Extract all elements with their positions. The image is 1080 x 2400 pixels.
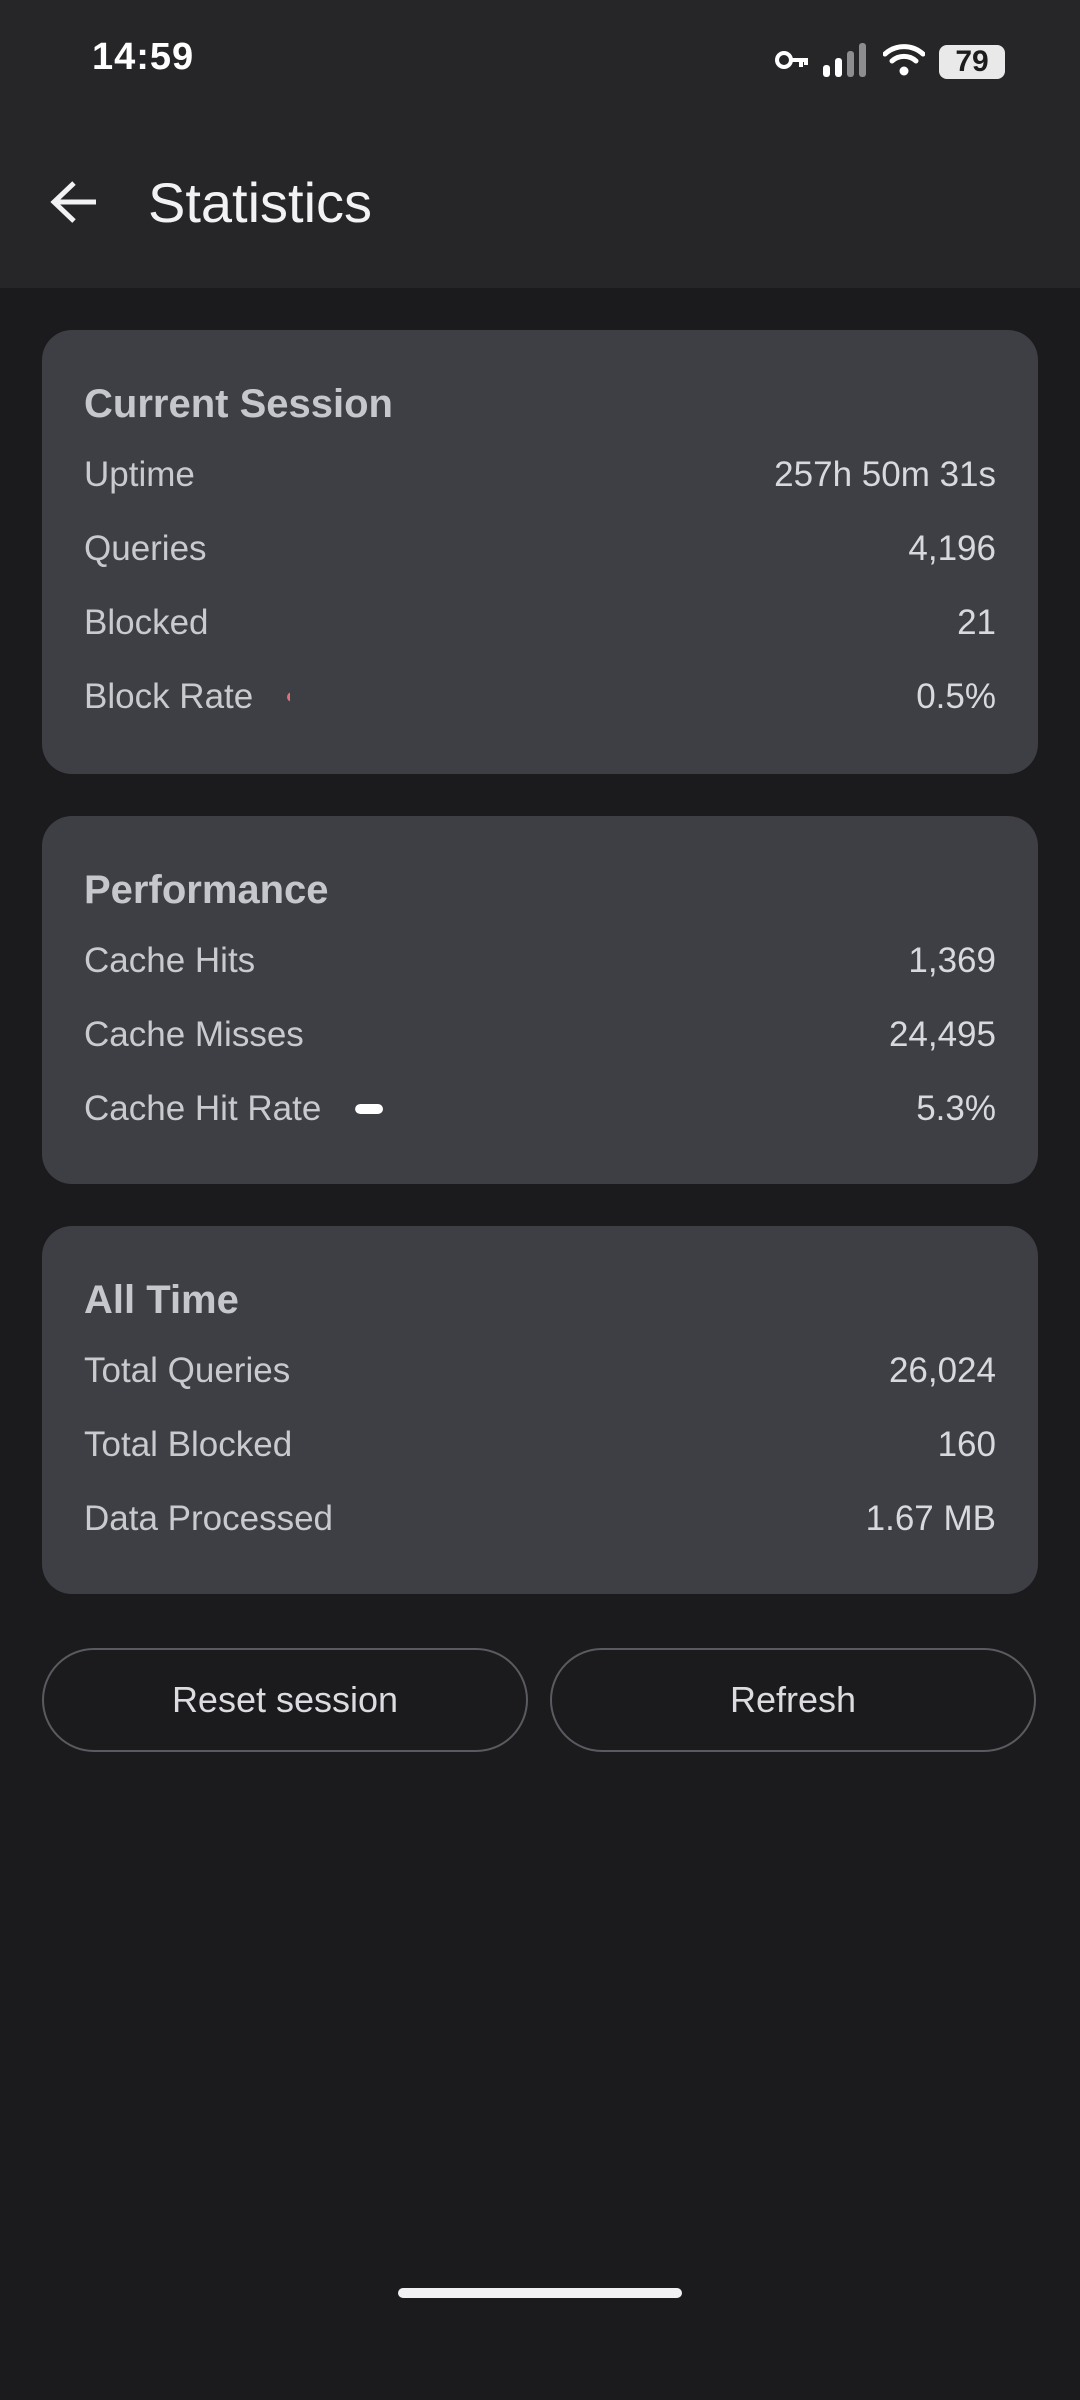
- stat-label: Uptime: [84, 455, 195, 494]
- cache-hit-rate-bar-fill: [355, 1104, 383, 1114]
- stat-row-cache-hit-rate: Cache Hit Rate 5.3%: [84, 1072, 996, 1146]
- stat-label: Cache Hit Rate: [84, 1089, 322, 1128]
- status-icons: 79: [775, 38, 1005, 86]
- home-indicator[interactable]: [398, 2288, 682, 2298]
- stat-row-queries: Queries 4,196: [84, 512, 996, 586]
- stat-row-block-rate: Block Rate 0.5%: [84, 660, 996, 734]
- stat-value: 24,495: [888, 1015, 996, 1054]
- back-button[interactable]: [40, 168, 108, 236]
- stat-value: 5.3%: [916, 1089, 996, 1128]
- stat-value: 160: [937, 1425, 996, 1464]
- stat-label: Total Queries: [84, 1351, 291, 1390]
- stat-row-cache-misses: Cache Misses 24,495: [84, 998, 996, 1072]
- battery-level: 79: [939, 45, 1005, 79]
- stat-label: Cache Hits: [84, 941, 256, 980]
- card-title: Performance: [84, 868, 329, 912]
- stat-value: 26,024: [888, 1351, 996, 1390]
- stat-value: 1.67 MB: [865, 1499, 996, 1538]
- cache-hit-rate-bar: [355, 1104, 875, 1114]
- stat-row-total-blocked: Total Blocked 160: [84, 1408, 996, 1482]
- arrow-left-icon: [50, 181, 96, 223]
- stat-row-total-queries: Total Queries 26,024: [84, 1334, 996, 1408]
- page-title: Statistics: [148, 171, 373, 234]
- battery-icon: 79: [939, 45, 1005, 79]
- stat-row-data-processed: Data Processed 1.67 MB: [84, 1482, 996, 1556]
- card-title: Current Session: [84, 382, 393, 426]
- current-session-card: Current Session Uptime 257h 50m 31s Quer…: [42, 330, 1038, 774]
- vpn-key-icon: [775, 49, 809, 76]
- stat-value: 4,196: [908, 529, 996, 568]
- stat-row-blocked: Blocked 21: [84, 586, 996, 660]
- stat-row-uptime: Uptime 257h 50m 31s: [84, 438, 996, 512]
- stat-label: Block Rate: [84, 677, 254, 716]
- stat-value: 21: [957, 603, 996, 642]
- performance-card: Performance Cache Hits 1,369 Cache Misse…: [42, 816, 1038, 1184]
- stat-label: Queries: [84, 529, 207, 568]
- stat-label: Total Blocked: [84, 1425, 293, 1464]
- stat-value: 257h 50m 31s: [774, 455, 996, 494]
- refresh-button[interactable]: Refresh: [550, 1648, 1036, 1752]
- block-rate-bar-fill: [287, 692, 291, 702]
- stat-label: Blocked: [84, 603, 209, 642]
- status-time: 14:59: [92, 36, 195, 78]
- wifi-icon: [882, 43, 926, 81]
- all-time-card: All Time Total Queries 26,024 Total Bloc…: [42, 1226, 1038, 1594]
- app-bar: 14:59 79 Statistics: [0, 0, 1080, 288]
- cell-signal-icon: [823, 42, 869, 82]
- block-rate-bar: [287, 692, 847, 702]
- stat-label: Data Processed: [84, 1499, 334, 1538]
- reset-session-button[interactable]: Reset session: [42, 1648, 528, 1752]
- stat-row-cache-hits: Cache Hits 1,369: [84, 924, 996, 998]
- stat-value: 0.5%: [916, 677, 996, 716]
- card-title: All Time: [84, 1278, 239, 1322]
- stat-value: 1,369: [908, 941, 996, 980]
- stat-label: Cache Misses: [84, 1015, 304, 1054]
